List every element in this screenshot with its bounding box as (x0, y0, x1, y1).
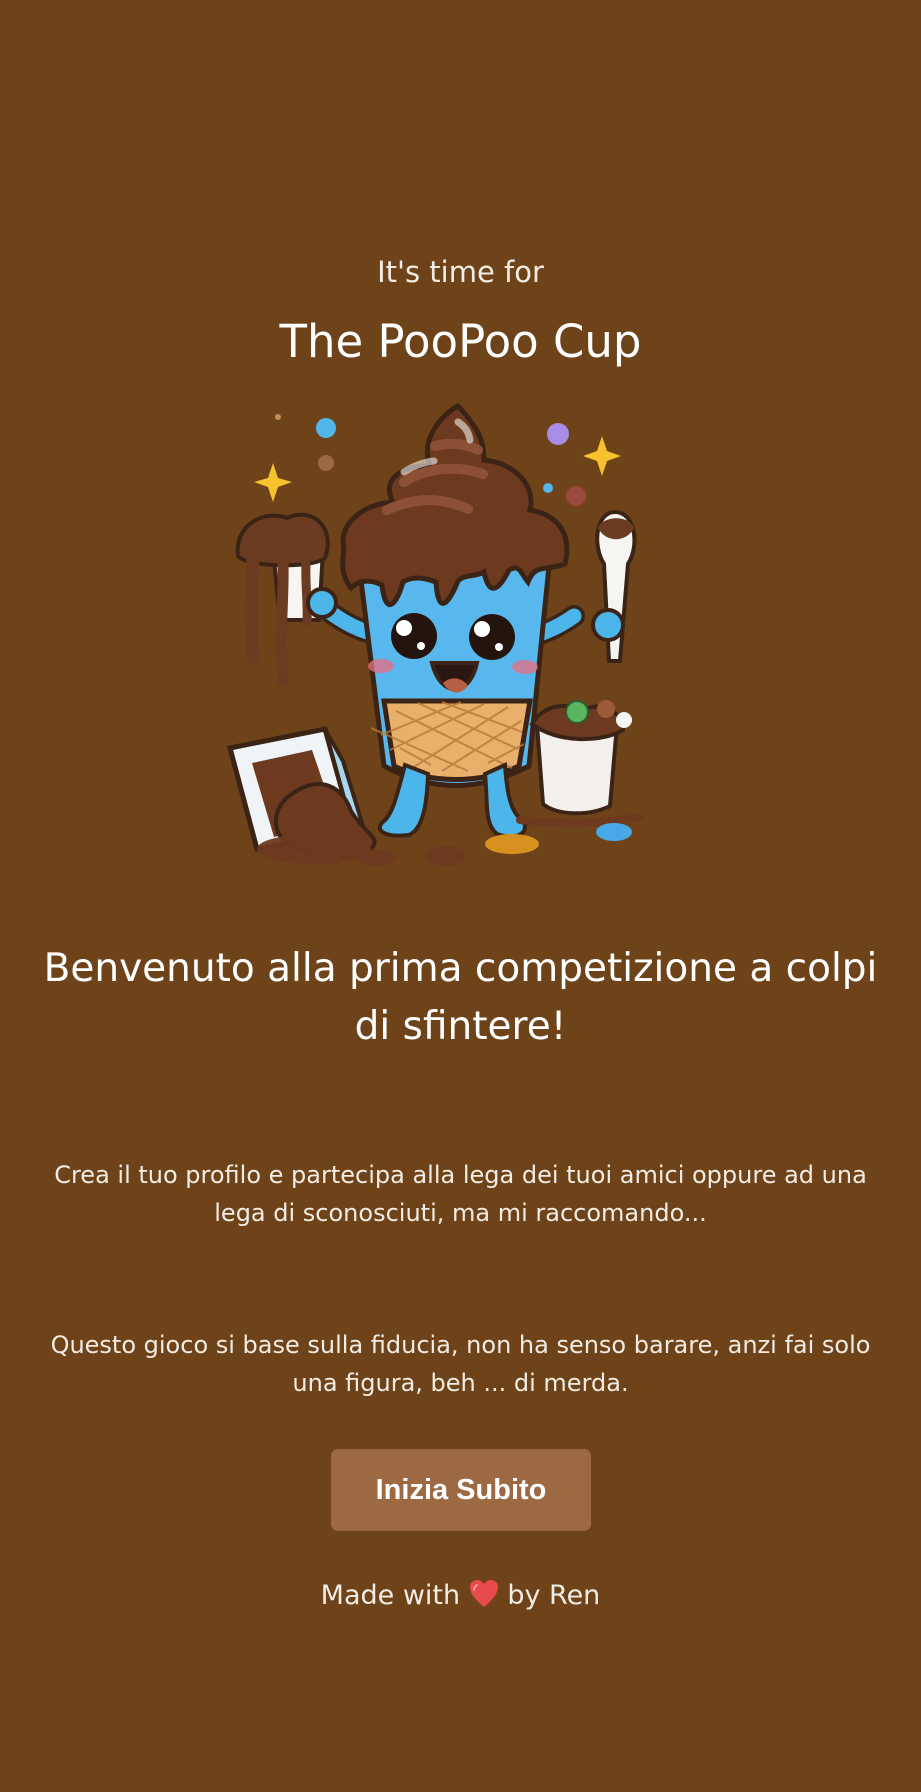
start-now-button[interactable]: Inizia Subito (331, 1449, 591, 1531)
intro-paragraph: Crea il tuo profilo e partecipa alla leg… (54, 1161, 867, 1227)
footer-prefix: Made with (320, 1580, 461, 1611)
credits-footer: Made with by Ren (0, 1576, 921, 1616)
intro-kicker: It's time for (377, 255, 544, 289)
poop-ice-cream-cup-mascot-icon (226, 402, 643, 866)
heart-icon (469, 1580, 498, 1607)
app-title: The PooPoo Cup (279, 315, 642, 368)
footer-author: by Ren (507, 1580, 601, 1611)
welcome-page: It's time for The PooPoo Cup Benvenuto a… (0, 0, 921, 1792)
trust-paragraph: Questo gioco si base sulla fiducia, non … (50, 1331, 871, 1397)
welcome-headline: Benvenuto alla prima competizione a colp… (43, 946, 878, 1049)
